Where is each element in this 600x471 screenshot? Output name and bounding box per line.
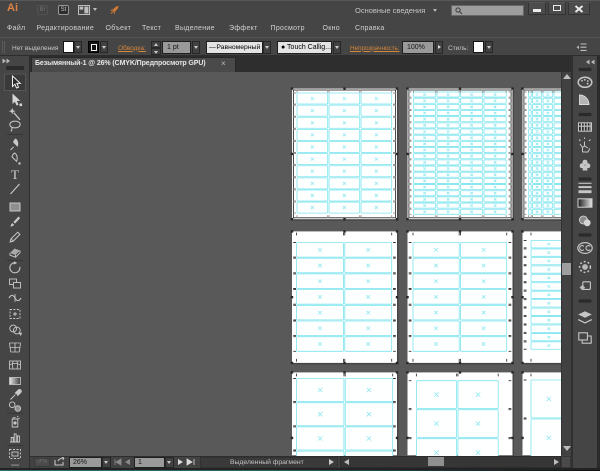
svg-text:T: T (11, 167, 19, 182)
